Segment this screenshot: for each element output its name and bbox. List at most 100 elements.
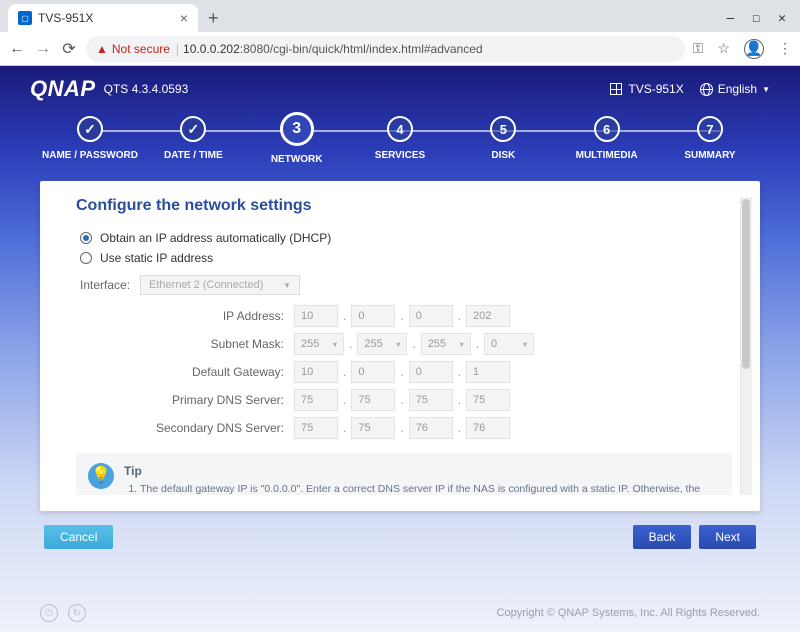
label-dns2: Secondary DNS Server:	[144, 421, 294, 435]
step-summary[interactable]: 7SUMMARY	[660, 116, 760, 165]
language-select[interactable]: English ▼	[700, 82, 770, 96]
nas-icon	[610, 83, 622, 95]
warning-icon: ▲	[96, 42, 108, 56]
mask-octet-select[interactable]: 255	[357, 333, 407, 355]
row-subnet-mask: Subnet Mask: 255. 255. 255. 0	[144, 333, 732, 355]
step-number: 4	[387, 116, 413, 142]
dns1-octet-input[interactable]: 75	[409, 389, 453, 411]
row-dns2: Secondary DNS Server: 75. 75. 76. 76	[144, 417, 732, 439]
gw-octet-input[interactable]: 1	[466, 361, 510, 383]
radio-dhcp-label: Obtain an IP address automatically (DHCP…	[100, 231, 331, 245]
star-icon[interactable]: ☆	[717, 40, 730, 57]
dns2-octet-input[interactable]: 75	[294, 417, 338, 439]
language-label: English	[718, 82, 757, 96]
step-number: 3	[280, 112, 314, 146]
ip-octet-input[interactable]: 10	[294, 305, 338, 327]
ip-octet-input[interactable]: 0	[351, 305, 395, 327]
next-button[interactable]: Next	[699, 525, 756, 549]
radio-unchecked-icon	[80, 252, 92, 264]
toolbar-icons: ⚿ ☆ 👤 ⋮	[693, 39, 792, 59]
ip-octet-input[interactable]: 0	[409, 305, 453, 327]
tab-favicon-icon: ▢	[18, 11, 32, 25]
row-ip-address: IP Address: 10. 0. 0. 202	[144, 305, 732, 327]
window-controls: — ☐ ✕	[727, 11, 800, 26]
step-date-time[interactable]: ✓DATE / TIME	[143, 116, 243, 165]
menu-icon[interactable]: ⋮	[778, 40, 792, 57]
url-field[interactable]: ▲ Not secure | 10.0.0.202:8080/cgi-bin/q…	[86, 36, 685, 62]
separator: |	[176, 42, 179, 56]
tab-bar: ▢ TVS-951X × + — ☐ ✕	[0, 0, 800, 32]
step-multimedia[interactable]: 6MULTIMEDIA	[557, 116, 657, 165]
not-secure-badge[interactable]: ▲ Not secure	[96, 42, 170, 56]
back-button[interactable]: Back	[633, 525, 692, 549]
radio-static[interactable]: Use static IP address	[80, 251, 732, 265]
interface-select[interactable]: Ethernet 2 (Connected) ▼	[140, 275, 300, 295]
browser-tab[interactable]: ▢ TVS-951X ×	[8, 4, 198, 32]
wizard-stepper: ✓NAME / PASSWORD ✓DATE / TIME 3NETWORK 4…	[0, 108, 800, 165]
gw-octet-input[interactable]: 10	[294, 361, 338, 383]
footer: ⏻ ↻ Copyright © QNAP Systems, Inc. All R…	[0, 604, 800, 622]
reload-icon[interactable]: ⟳	[60, 39, 78, 59]
mask-octet-select[interactable]: 255	[421, 333, 471, 355]
tip-item: The default gateway IP is "0.0.0.0". Ent…	[140, 482, 720, 495]
tip-box: 💡 Tip The default gateway IP is "0.0.0.0…	[76, 453, 732, 495]
dns2-octet-input[interactable]: 75	[351, 417, 395, 439]
scrollbar-thumb[interactable]	[742, 199, 750, 369]
step-check-icon: ✓	[180, 116, 206, 142]
interface-value: Ethernet 2 (Connected)	[149, 279, 263, 291]
radio-static-label: Use static IP address	[100, 251, 213, 265]
chevron-down-icon: ▼	[283, 281, 291, 290]
back-nav-icon[interactable]: ←	[8, 40, 26, 58]
row-dns1: Primary DNS Server: 75. 75. 75. 75	[144, 389, 732, 411]
model-label: TVS-951X	[628, 82, 683, 96]
radio-dhcp[interactable]: Obtain an IP address automatically (DHCP…	[80, 231, 732, 245]
browser-chrome: ▢ TVS-951X × + — ☐ ✕ ← → ⟳ ▲ Not secure …	[0, 0, 800, 66]
tab-title: TVS-951X	[38, 11, 180, 25]
scrollbar-track[interactable]	[740, 197, 752, 495]
forward-nav-icon: →	[34, 40, 52, 58]
ip-form: IP Address: 10. 0. 0. 202 Subnet Mask: 2…	[144, 305, 732, 439]
version-label: QTS 4.3.4.0593	[104, 82, 189, 96]
url-text: 10.0.0.202:8080/cgi-bin/quick/html/index…	[183, 42, 483, 56]
dns1-octet-input[interactable]: 75	[466, 389, 510, 411]
chevron-down-icon: ▼	[762, 85, 770, 94]
dns2-octet-input[interactable]: 76	[466, 417, 510, 439]
power-icon[interactable]: ⏻	[40, 604, 58, 622]
label-mask: Subnet Mask:	[144, 337, 294, 351]
copyright-text: Copyright © QNAP Systems, Inc. All Right…	[497, 607, 760, 619]
minimize-icon[interactable]: —	[727, 11, 735, 26]
radio-checked-icon	[80, 232, 92, 244]
maximize-icon[interactable]: ☐	[752, 11, 760, 26]
mask-octet-select[interactable]: 0	[484, 333, 534, 355]
mask-octet-select[interactable]: 255	[294, 333, 344, 355]
close-window-icon[interactable]: ✕	[778, 11, 786, 26]
label-ip: IP Address:	[144, 309, 294, 323]
refresh-icon[interactable]: ↻	[68, 604, 86, 622]
close-icon[interactable]: ×	[180, 10, 188, 26]
dns2-octet-input[interactable]: 76	[409, 417, 453, 439]
step-network[interactable]: 3NETWORK	[247, 116, 347, 165]
step-name-password[interactable]: ✓NAME / PASSWORD	[40, 116, 140, 165]
label-gw: Default Gateway:	[144, 365, 294, 379]
interface-row: Interface: Ethernet 2 (Connected) ▼	[80, 275, 732, 295]
lightbulb-icon: 💡	[88, 463, 114, 489]
ip-octet-input[interactable]: 202	[466, 305, 510, 327]
label-dns1: Primary DNS Server:	[144, 393, 294, 407]
key-icon[interactable]: ⚿	[693, 40, 704, 57]
step-check-icon: ✓	[77, 116, 103, 142]
profile-icon[interactable]: 👤	[744, 39, 764, 59]
not-secure-label: Not secure	[112, 42, 170, 56]
settings-card: Configure the network settings Obtain an…	[40, 181, 760, 511]
gw-octet-input[interactable]: 0	[351, 361, 395, 383]
new-tab-button[interactable]: +	[208, 8, 219, 29]
gw-octet-input[interactable]: 0	[409, 361, 453, 383]
app-body: QNAP QTS 4.3.4.0593 TVS-951X English ▼ ✓…	[0, 66, 800, 632]
step-disk[interactable]: 5DISK	[453, 116, 553, 165]
row-gateway: Default Gateway: 10. 0. 0. 1	[144, 361, 732, 383]
cancel-button[interactable]: Cancel	[44, 525, 113, 549]
dns1-octet-input[interactable]: 75	[351, 389, 395, 411]
step-services[interactable]: 4SERVICES	[350, 116, 450, 165]
tip-title: Tip	[124, 463, 720, 480]
app-header: QNAP QTS 4.3.4.0593 TVS-951X English ▼	[0, 66, 800, 108]
dns1-octet-input[interactable]: 75	[294, 389, 338, 411]
